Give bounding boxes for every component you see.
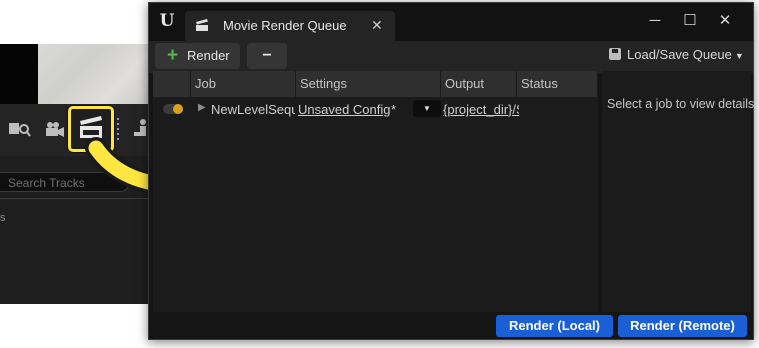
close-window-icon[interactable]: ✕ — [715, 11, 735, 31]
settings-link[interactable]: Unsaved Config — [298, 102, 390, 117]
job-name: NewLevelSequence — [211, 102, 295, 117]
search-tracks-input[interactable]: Search Tracks — [0, 172, 130, 192]
viewport-dark-area — [0, 44, 38, 104]
toolbar-separator — [117, 118, 119, 140]
load-save-label: Load/Save Queue — [627, 47, 732, 62]
clapperboard-icon — [196, 19, 208, 31]
expand-row-icon[interactable]: ▶ — [198, 102, 206, 113]
clapperboard-icon — [80, 116, 102, 138]
column-header-output[interactable]: Output — [441, 71, 517, 97]
maximize-icon[interactable]: ☐ — [680, 11, 700, 31]
title-bar: U Movie Render Queue ✕ ─ ☐ ✕ — [149, 3, 753, 41]
tab-title: Movie Render Queue — [223, 18, 347, 33]
save-icon — [609, 48, 621, 60]
details-hint-text: Select a job to view details — [607, 97, 755, 111]
unreal-logo-icon: U — [159, 11, 175, 31]
render-movie-button[interactable] — [68, 106, 114, 152]
viewport-preview — [38, 44, 150, 104]
panel-divider — [0, 198, 150, 199]
settings-dropdown[interactable]: ▼ — [413, 100, 441, 117]
minimize-icon[interactable]: ─ — [645, 11, 665, 31]
render-remote-button[interactable]: Render (Remote) — [618, 315, 747, 337]
column-header-settings[interactable]: Settings — [296, 71, 441, 97]
job-enabled-toggle[interactable] — [163, 104, 183, 114]
camera-icon[interactable] — [44, 120, 66, 142]
unsaved-marker: * — [391, 102, 397, 117]
movie-render-queue-window: U Movie Render Queue ✕ ─ ☐ ✕ + Render − … — [148, 2, 754, 340]
render-button-label: Render — [187, 48, 230, 63]
output-path-link[interactable]: {project_dir}/Saved/MovieRenders/ — [443, 102, 519, 117]
remove-job-button[interactable]: − — [247, 43, 287, 69]
plus-icon: + — [167, 45, 179, 66]
job-row[interactable]: ▶ NewLevelSequence Unsaved Config * ▼ {p… — [153, 97, 598, 123]
column-header-job[interactable]: Job — [191, 71, 296, 97]
column-header-toggle — [153, 71, 191, 97]
close-tab-icon[interactable]: ✕ — [371, 17, 383, 34]
load-save-queue-menu[interactable]: Load/Save Queue ▼ — [609, 47, 744, 62]
find-in-browser-icon[interactable] — [8, 120, 32, 142]
render-local-button[interactable]: Render (Local) — [496, 315, 613, 337]
track-area-marker: s — [0, 212, 6, 224]
tab-movie-render-queue[interactable]: Movie Render Queue ✕ — [185, 11, 395, 41]
chevron-down-icon: ▼ — [734, 51, 744, 61]
column-header-status[interactable]: Status — [517, 71, 598, 97]
add-render-job-button[interactable]: + Render — [155, 43, 240, 69]
